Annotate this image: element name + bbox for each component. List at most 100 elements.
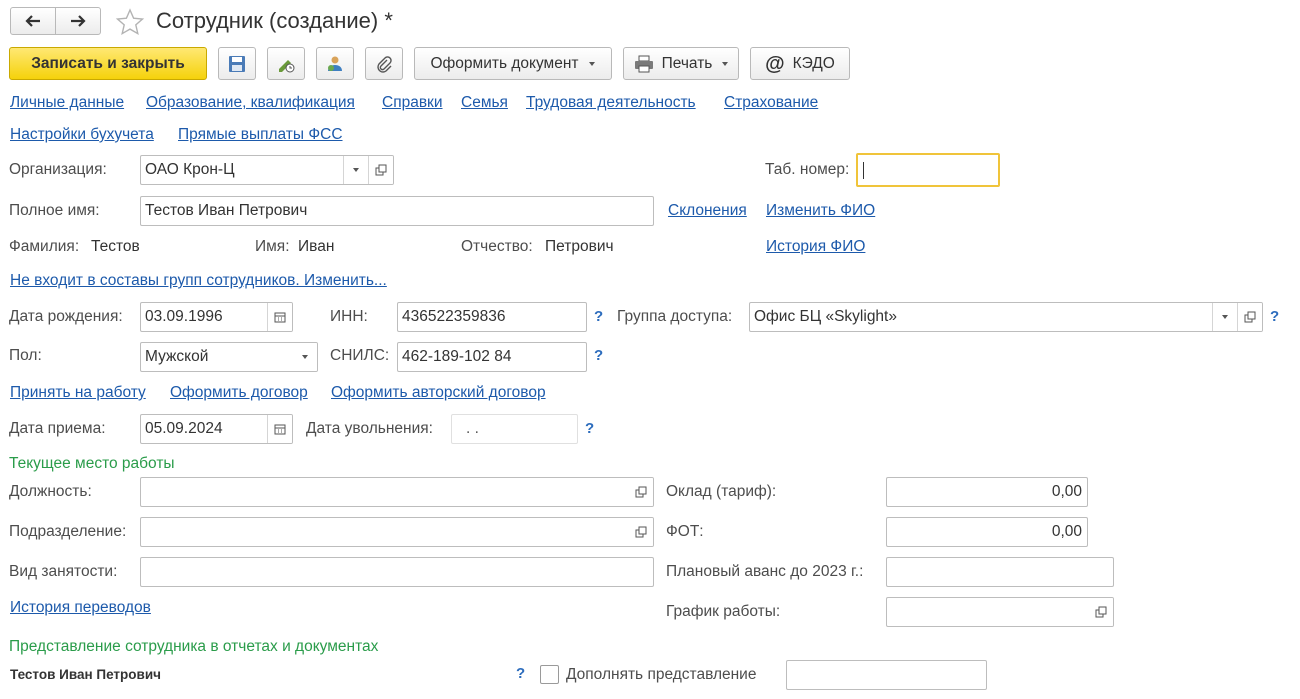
organization-label: Организация: (9, 161, 107, 178)
organization-open-button[interactable] (368, 156, 393, 184)
extend-representation-input[interactable] (786, 660, 987, 690)
department-field[interactable] (140, 517, 654, 547)
position-field[interactable] (140, 477, 654, 507)
dismissal-date-input[interactable]: . . (451, 414, 578, 444)
snils-value: 462-189-102 84 (402, 348, 512, 365)
hire-link[interactable]: Принять на работу (10, 383, 146, 403)
fot-input[interactable]: 0,00 (886, 517, 1088, 547)
chevron-down-icon (1222, 315, 1228, 319)
back-button[interactable] (10, 7, 56, 35)
tab-insurance[interactable]: Страхование (724, 93, 818, 113)
open-window-icon (1095, 606, 1106, 618)
tab-certificates[interactable]: Справки (382, 93, 443, 113)
birth-date-label: Дата рождения: (9, 308, 123, 325)
patronymic-value: Петрович (545, 238, 614, 255)
attach-file-button[interactable] (365, 47, 403, 80)
snils-input[interactable]: 462-189-102 84 (397, 342, 587, 372)
contract-link[interactable]: Оформить договор (170, 383, 308, 403)
position-open-button[interactable] (628, 478, 653, 506)
fio-history-link[interactable]: История ФИО (766, 237, 865, 257)
hire-date-calendar-button[interactable] (267, 415, 292, 443)
employment-type-field[interactable] (140, 557, 654, 587)
first-name-label: Имя: (255, 238, 290, 255)
access-group-label: Группа доступа: (617, 308, 733, 325)
snils-label: СНИЛС: (330, 347, 390, 364)
open-window-icon (635, 526, 646, 538)
calendar-icon (274, 424, 286, 435)
birth-date-calendar-button[interactable] (267, 303, 292, 331)
snils-help-icon[interactable]: ? (594, 346, 603, 366)
access-group-help-icon[interactable]: ? (1270, 307, 1279, 327)
tab-education[interactable]: Образование, квалификация (146, 93, 355, 113)
surname-value: Тестов (91, 238, 140, 255)
department-open-button[interactable] (628, 518, 653, 546)
edit-history-button[interactable] (267, 47, 305, 80)
birth-date-value: 03.09.1996 (145, 308, 223, 325)
chevron-down-icon (722, 61, 729, 66)
access-group-field[interactable]: Офис БЦ «Skylight» (749, 302, 1263, 332)
pencil-clock-icon (279, 59, 295, 72)
organization-value: ОАО Крон-Ц (145, 161, 235, 178)
access-group-open-button[interactable] (1237, 303, 1262, 331)
representation-help-icon[interactable]: ? (516, 664, 525, 684)
organization-field[interactable]: ОАО Крон-Ц (140, 155, 394, 185)
organization-dropdown-button[interactable] (343, 156, 368, 184)
representation-value: Тестов Иван Петрович (10, 667, 161, 682)
department-label: Подразделение: (9, 523, 127, 540)
inn-label: ИНН: (330, 308, 368, 325)
kedo-button[interactable]: @ КЭДО (750, 47, 850, 80)
arrow-right-icon (71, 15, 86, 27)
chevron-down-icon (301, 355, 308, 359)
open-window-icon (1244, 311, 1256, 323)
schedule-label: График работы: (666, 603, 781, 620)
gender-value: Мужской (145, 348, 209, 365)
gender-label: Пол: (9, 347, 42, 364)
create-document-button[interactable]: Оформить документ (414, 47, 612, 80)
print-button[interactable]: Печать (623, 47, 739, 80)
tab-accounting-settings[interactable]: Настройки бухучета (10, 125, 154, 145)
save-button[interactable] (218, 47, 256, 80)
tab-number-input[interactable] (856, 153, 1000, 187)
hire-date-label: Дата приема: (9, 420, 106, 437)
salary-input[interactable]: 0,00 (886, 477, 1088, 507)
inn-help-icon[interactable]: ? (594, 307, 603, 327)
floppy-disk-icon (229, 55, 245, 72)
declensions-link[interactable]: Склонения (668, 201, 747, 221)
text-cursor (863, 162, 864, 179)
gender-dropdown-button[interactable] (292, 343, 317, 371)
inn-input[interactable]: 436522359836 (397, 302, 587, 332)
schedule-open-button[interactable] (1088, 598, 1113, 626)
transfer-history-link[interactable]: История переводов (10, 598, 151, 618)
schedule-field[interactable] (886, 597, 1114, 627)
page-title: Сотрудник (создание) * (156, 8, 393, 33)
gender-select[interactable]: Мужской (140, 342, 318, 372)
advance-input[interactable] (886, 557, 1114, 587)
change-fio-link[interactable]: Изменить ФИО (766, 201, 875, 221)
position-label: Должность: (9, 483, 92, 500)
access-group-dropdown-button[interactable] (1212, 303, 1237, 331)
users-icon (328, 56, 342, 71)
dismissal-help-icon[interactable]: ? (585, 419, 594, 439)
employee-groups-link[interactable]: Не входит в составы групп сотрудников. И… (10, 271, 387, 291)
tab-fss-payments[interactable]: Прямые выплаты ФСС (178, 125, 343, 145)
extend-representation-label: Дополнять представление (566, 666, 757, 683)
birth-date-input[interactable]: 03.09.1996 (140, 302, 293, 332)
salary-value: 0,00 (1051, 483, 1082, 500)
tab-family[interactable]: Семья (461, 93, 508, 113)
at-sign-icon: @ (765, 52, 785, 75)
author-contract-link[interactable]: Оформить авторский договор (331, 383, 546, 403)
user-settings-button[interactable] (316, 47, 354, 80)
tab-work-activity[interactable]: Трудовая деятельность (526, 93, 696, 113)
tab-personal-data[interactable]: Личные данные (10, 93, 124, 113)
hire-date-input[interactable]: 05.09.2024 (140, 414, 293, 444)
salary-label: Оклад (тариф): (666, 483, 777, 500)
full-name-input[interactable]: Тестов Иван Петрович (140, 196, 654, 226)
paperclip-icon (377, 55, 392, 73)
save-and-close-button[interactable]: Записать и закрыть (9, 47, 207, 80)
extend-representation-checkbox[interactable] (540, 665, 559, 684)
forward-button[interactable] (55, 7, 101, 35)
full-name-label: Полное имя: (9, 202, 100, 219)
star-icon[interactable] (115, 8, 145, 36)
fot-label: ФОТ: (666, 523, 704, 540)
tab-number-label: Таб. номер: (765, 161, 850, 178)
